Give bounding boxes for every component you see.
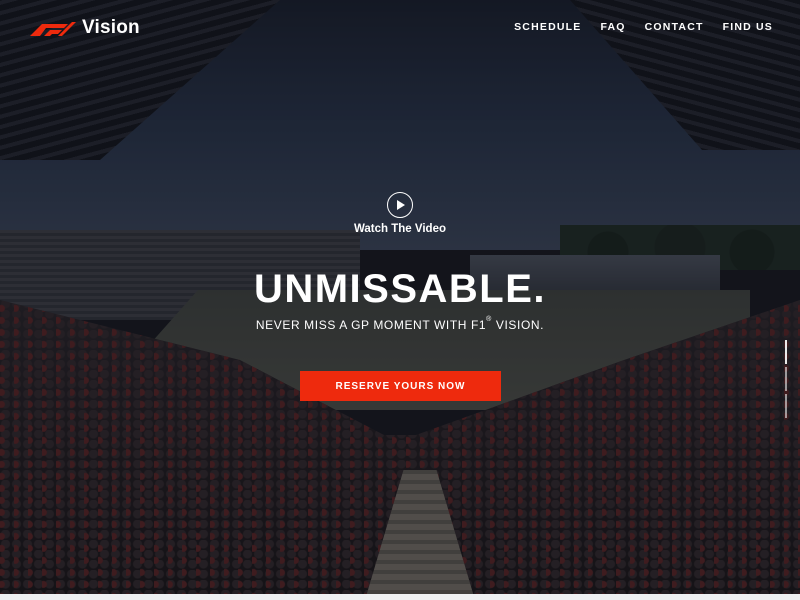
registered-mark: ® <box>486 316 492 323</box>
site-header: Vision SCHEDULE FAQ CONTACT FIND US <box>0 0 800 56</box>
reserve-button[interactable]: RESERVE YOURS NOW <box>300 371 501 401</box>
hero-headline: UNMISSABLE. <box>253 267 547 311</box>
logo-text: Vision <box>82 17 140 38</box>
main-nav: SCHEDULE FAQ CONTACT FIND US <box>495 21 773 33</box>
nav-schedule[interactable]: SCHEDULE <box>514 21 581 33</box>
slide-indicator-3[interactable] <box>785 394 787 418</box>
play-icon <box>397 200 405 210</box>
page-bottom-edge <box>0 594 800 600</box>
hero-subline: NEVER MISS A GP MOMENT WITH F1® VISION. <box>0 316 800 332</box>
slide-indicator-2[interactable] <box>785 367 787 391</box>
slide-indicators <box>785 340 788 421</box>
nav-find-us[interactable]: FIND US <box>723 21 773 33</box>
watch-video-label[interactable]: Watch The Video <box>0 223 800 235</box>
play-video-button[interactable] <box>387 192 413 218</box>
brand-logo[interactable]: Vision <box>28 16 140 40</box>
watch-video: Watch The Video <box>0 192 800 235</box>
slide-indicator-1[interactable] <box>785 340 787 364</box>
nav-contact[interactable]: CONTACT <box>645 21 704 33</box>
f1-logo-icon <box>30 22 76 36</box>
subline-text-end: VISION. <box>491 318 545 332</box>
subline-text: NEVER MISS A GP MOMENT WITH F1 <box>255 318 487 332</box>
nav-faq[interactable]: FAQ <box>600 21 625 33</box>
